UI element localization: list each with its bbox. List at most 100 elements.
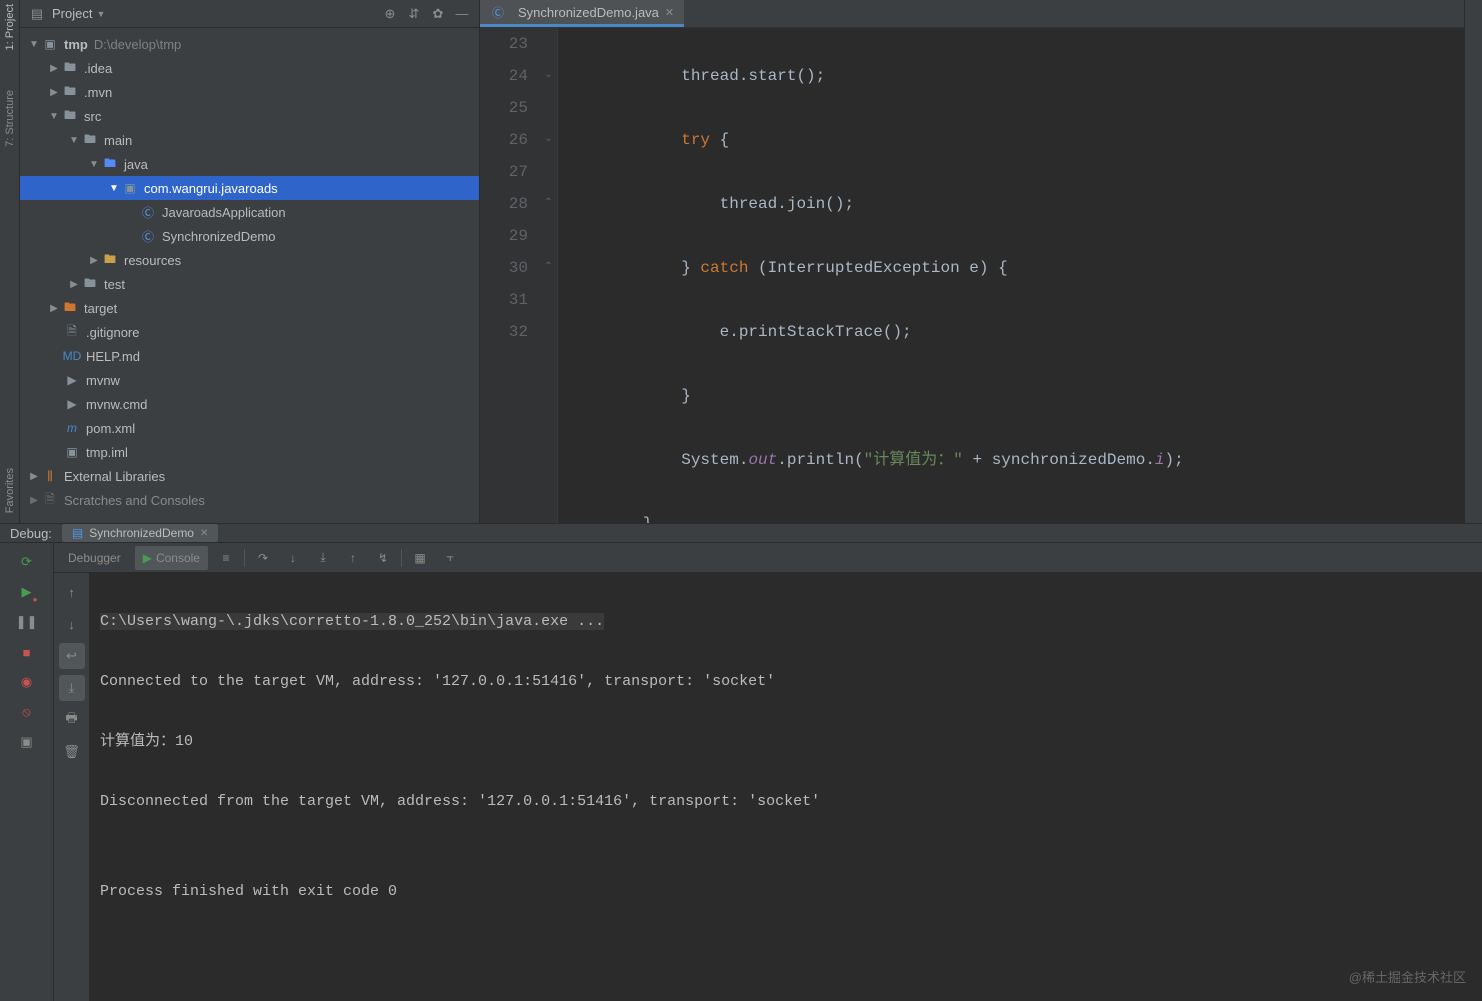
debugger-tab[interactable]: Debugger xyxy=(60,546,129,570)
sidebar-tab-structure[interactable]: 7: Structure xyxy=(4,90,16,147)
sidebar-tab-favorites[interactable]: Favorites xyxy=(4,468,16,513)
soft-wrap-icon[interactable]: ↩ xyxy=(59,643,85,669)
project-title[interactable]: Project ▼ xyxy=(52,6,105,21)
pause-icon[interactable]: ❚❚ xyxy=(14,609,40,635)
sidebar-tab-project[interactable]: 1: Project xyxy=(4,4,16,50)
line-number: 25 xyxy=(480,92,528,124)
expand-icon[interactable]: ▶ xyxy=(28,471,40,482)
drop-frame-icon[interactable]: ↯ xyxy=(371,546,395,570)
expand-icon[interactable]: ▼ xyxy=(68,135,80,146)
tree-root[interactable]: ▼ ▣ tmp D:\develop\tmp xyxy=(20,32,479,56)
watermark: @稀土掘金技术社区 xyxy=(1349,963,1466,993)
expand-icon[interactable]: ▼ xyxy=(48,111,60,122)
tree-item[interactable]: ▶🗎Scratches and Consoles xyxy=(20,488,479,512)
stop-icon[interactable]: ■ xyxy=(14,639,40,665)
up-icon[interactable]: ↑ xyxy=(59,579,85,605)
tree-item[interactable]: ▶mvnw.cmd xyxy=(20,392,479,416)
folder-icon: 🖿 xyxy=(82,132,98,148)
expand-icon[interactable]: ▶ xyxy=(48,303,60,314)
trace-icon[interactable]: ⫟ xyxy=(438,546,462,570)
package-icon: ▣ xyxy=(122,180,138,196)
console-output[interactable]: C:\Users\wang-\.jdks\corretto-1.8.0_252\… xyxy=(90,573,1482,1001)
scroll-end-icon[interactable]: ⤓ xyxy=(59,675,85,701)
play-icon: ▶ xyxy=(143,551,152,565)
tree-label: mvnw.cmd xyxy=(86,397,147,412)
step-out-icon[interactable]: ↑ xyxy=(341,546,365,570)
settings-icon[interactable]: ✿ xyxy=(429,5,447,23)
force-step-into-icon[interactable]: ⤓ xyxy=(311,546,335,570)
line-number: 23 xyxy=(480,28,528,60)
console-tab[interactable]: ▶ Console xyxy=(135,546,208,570)
print-icon[interactable]: 🖶 xyxy=(59,707,85,733)
tree-label: tmp xyxy=(64,37,88,52)
code-content[interactable]: thread.start(); try { thread.join(); } c… xyxy=(558,28,1464,523)
expand-icon[interactable]: ▶ xyxy=(28,495,40,506)
expand-icon[interactable]: ▶ xyxy=(48,87,60,98)
expand-icon[interactable]: ▶ xyxy=(88,255,100,266)
hide-icon[interactable]: — xyxy=(453,5,471,23)
fold-end-icon[interactable]: ⌃ xyxy=(540,188,557,220)
line-number: 30 xyxy=(480,252,528,284)
expand-icon[interactable]: ▼ xyxy=(88,159,100,170)
tree-item[interactable]: ▼🖿java xyxy=(20,152,479,176)
editor-tab[interactable]: Ⓒ SynchronizedDemo.java ✕ xyxy=(480,0,684,27)
tree-item[interactable]: ▼🖿main xyxy=(20,128,479,152)
rerun-icon[interactable]: ⟳ xyxy=(14,549,40,575)
tree-item[interactable]: ▶🖿target xyxy=(20,296,479,320)
code-editor[interactable]: 23 24 25 26 27 28 29 30 31 32 ⌄ ⌄ ⌃ ⌃ xyxy=(480,28,1464,523)
close-icon[interactable]: ✕ xyxy=(665,6,674,19)
source-folder-icon: 🖿 xyxy=(102,156,118,172)
close-icon[interactable]: ✕ xyxy=(200,528,208,539)
project-tree[interactable]: ▼ ▣ tmp D:\develop\tmp ▶🖿.idea ▶🖿.mvn ▼🖿… xyxy=(20,28,479,523)
line-number: 28 xyxy=(480,188,528,220)
expand-icon[interactable]: ▼ xyxy=(28,39,40,50)
tree-label: test xyxy=(104,277,125,292)
target-folder-icon: 🖿 xyxy=(62,300,78,316)
debug-config-tab[interactable]: ▤ SynchronizedDemo ✕ xyxy=(62,524,218,542)
expand-icon[interactable]: ▶ xyxy=(48,63,60,74)
tree-item[interactable]: ▶mvnw xyxy=(20,368,479,392)
fold-end-icon[interactable]: ⌃ xyxy=(540,252,557,284)
expand-icon[interactable]: ▶ xyxy=(68,279,80,290)
tree-label: com.wangrui.javaroads xyxy=(144,181,278,196)
step-into-icon[interactable]: ↓ xyxy=(281,546,305,570)
camera-icon[interactable]: ▣ xyxy=(14,729,40,755)
tree-item[interactable]: mpom.xml xyxy=(20,416,479,440)
editor-area: Ⓒ SynchronizedDemo.java ✕ 23 24 25 26 27… xyxy=(480,0,1464,523)
tree-item[interactable]: ▶🖿.idea xyxy=(20,56,479,80)
tree-item[interactable]: 🗎.gitignore xyxy=(20,320,479,344)
editor-tab-bar: Ⓒ SynchronizedDemo.java ✕ xyxy=(480,0,1464,28)
locate-icon[interactable]: ⊕ xyxy=(381,5,399,23)
mute-breakpoints-icon[interactable]: ⦸ xyxy=(14,699,40,725)
fold-icon[interactable]: ⌄ xyxy=(540,60,557,92)
expand-icon[interactable]: ▼ xyxy=(108,183,120,194)
tree-item-selected[interactable]: ▼▣ com.wangrui.javaroads xyxy=(20,176,479,200)
divider xyxy=(401,549,402,567)
line-number: 31 xyxy=(480,284,528,316)
tree-item[interactable]: ▶🖿.mvn xyxy=(20,80,479,104)
tree-item[interactable]: ▶🖿test xyxy=(20,272,479,296)
tree-item[interactable]: ▶⫼External Libraries xyxy=(20,464,479,488)
tree-item[interactable]: Ⓒ SynchronizedDemo xyxy=(20,224,479,248)
class-icon: Ⓒ xyxy=(140,228,156,244)
tree-item[interactable]: MDHELP.md xyxy=(20,344,479,368)
tree-item[interactable]: ▼🖿src xyxy=(20,104,479,128)
resume-icon[interactable]: ▶● xyxy=(14,579,40,605)
tree-item[interactable]: ⒸJavaroadsApplication xyxy=(20,200,479,224)
maven-icon: m xyxy=(64,420,80,436)
folder-icon: 🖿 xyxy=(62,108,78,124)
threads-icon[interactable]: ≡ xyxy=(214,546,238,570)
tree-item[interactable]: ▣tmp.iml xyxy=(20,440,479,464)
tree-label: SynchronizedDemo xyxy=(162,229,275,244)
tree-label: .mvn xyxy=(84,85,112,100)
evaluate-icon[interactable]: ▦ xyxy=(408,546,432,570)
breakpoints-icon[interactable]: ◉ xyxy=(14,669,40,695)
left-tool-strip: 1: Project 7: Structure Favorites xyxy=(0,0,20,523)
fold-icon[interactable]: ⌄ xyxy=(540,124,557,156)
collapse-icon[interactable]: ⇵ xyxy=(405,5,423,23)
step-over-icon[interactable]: ↷ xyxy=(251,546,275,570)
line-gutter: 23 24 25 26 27 28 29 30 31 32 xyxy=(480,28,540,523)
clear-icon[interactable]: 🗑 xyxy=(59,739,85,765)
tree-item[interactable]: ▶🖿resources xyxy=(20,248,479,272)
down-icon[interactable]: ↓ xyxy=(59,611,85,637)
